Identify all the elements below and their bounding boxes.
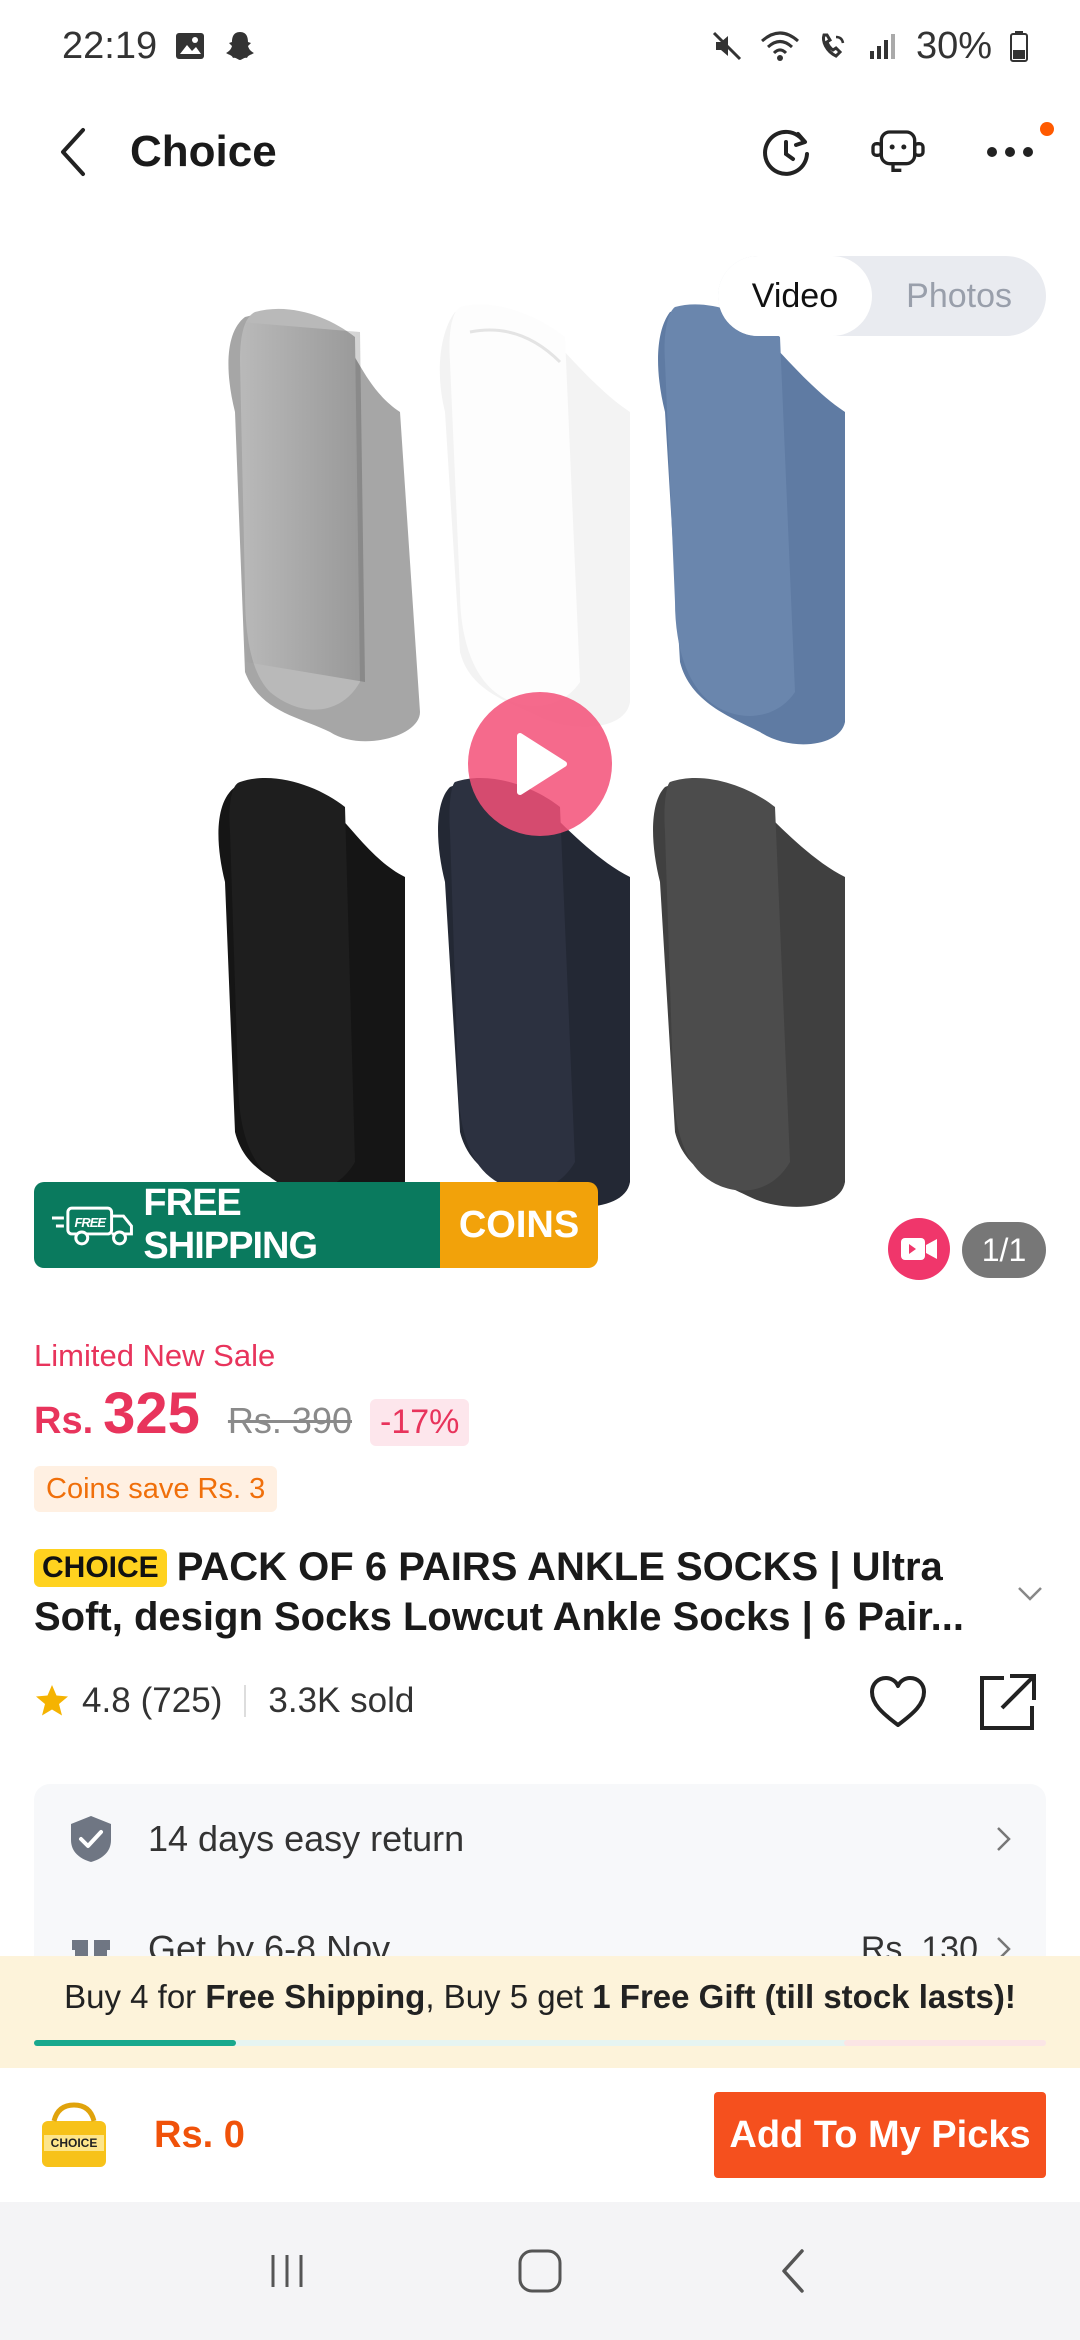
expand-title-button[interactable] bbox=[1012, 1576, 1048, 1612]
sale-label: Limited New Sale bbox=[34, 1338, 276, 1373]
wishlist-button[interactable] bbox=[866, 1670, 930, 1734]
tab-photos[interactable]: Photos bbox=[872, 256, 1046, 336]
promo-free-gift: 1 Free Gift (till stock lasts)! bbox=[592, 1978, 1016, 2015]
choice-cart-icon: CHOICE bbox=[42, 2102, 106, 2167]
bundle-progress-fill bbox=[34, 2040, 237, 2046]
sock-black bbox=[218, 778, 405, 1207]
coins-badge: COINS bbox=[440, 1182, 598, 1268]
tab-video[interactable]: Video bbox=[717, 256, 873, 336]
sock-navy bbox=[438, 778, 630, 1207]
rating-row[interactable]: 4.8 (725) 3.3K sold bbox=[34, 1676, 414, 1726]
chevron-down-icon bbox=[1018, 1587, 1042, 1601]
bundle-promo-strip[interactable]: Buy 4 for Free Shipping, Buy 5 get 1 Fre… bbox=[0, 1956, 1080, 2068]
choice-cart-button[interactable]: CHOICE bbox=[34, 2097, 114, 2173]
promo-middle: , Buy 5 get bbox=[425, 1978, 593, 2015]
sock-white bbox=[439, 304, 630, 727]
free-shipping-coins-banner: FREE FREE SHIPPING COINS bbox=[34, 1182, 598, 1268]
sold-count: 3.3K sold bbox=[268, 1681, 415, 1720]
home-button[interactable] bbox=[500, 2231, 580, 2311]
price-row: Rs. 325 Rs. 390 -17% bbox=[34, 1380, 470, 1447]
snapchat-notification-icon bbox=[223, 29, 257, 63]
product-gallery[interactable]: Video Photos FREE FREE SHIPPING COINS 1/… bbox=[0, 212, 1080, 1292]
product-title[interactable]: CHOICE PACK OF 6 PAIRS ANKLE SOCKS | Ultr… bbox=[34, 1542, 994, 1642]
header-actions bbox=[756, 122, 1054, 182]
free-shipping-label: FREE SHIPPING bbox=[143, 1182, 318, 1267]
recent-apps-button[interactable] bbox=[247, 2231, 327, 2311]
home-icon bbox=[518, 2249, 562, 2293]
status-right: 30% bbox=[710, 25, 1030, 68]
play-video-button[interactable] bbox=[468, 692, 612, 836]
sock-light-grey bbox=[228, 308, 420, 742]
customer-service-button[interactable] bbox=[868, 122, 928, 182]
system-navigation-bar bbox=[0, 2202, 1080, 2340]
chevron-right-icon bbox=[997, 1827, 1011, 1851]
choice-tag: CHOICE bbox=[34, 1549, 167, 1587]
shield-check-icon bbox=[71, 1816, 111, 1862]
more-options-button[interactable] bbox=[980, 122, 1054, 182]
add-to-my-picks-button[interactable]: Add To My Picks bbox=[714, 2092, 1046, 2178]
heart-icon bbox=[870, 1676, 926, 1727]
video-indicator-button[interactable] bbox=[888, 1218, 950, 1280]
divider bbox=[244, 1685, 247, 1717]
cart-choice-label: CHOICE bbox=[51, 2136, 98, 2150]
history-button[interactable] bbox=[756, 122, 816, 182]
back-button[interactable] bbox=[50, 122, 94, 182]
share-button[interactable] bbox=[976, 1670, 1040, 1734]
recent-apps-icon bbox=[271, 2255, 303, 2287]
status-bar: 22:19 30% bbox=[0, 0, 1080, 92]
bundle-promo-text: Buy 4 for Free Shipping, Buy 5 get 1 Fre… bbox=[0, 1978, 1080, 2016]
rating-value: 4.8 bbox=[82, 1681, 131, 1720]
media-tab-switch: Video Photos bbox=[717, 256, 1046, 336]
return-policy-row[interactable]: 14 days easy return bbox=[34, 1784, 1046, 1894]
promo-free-shipping: Free Shipping bbox=[205, 1978, 426, 2015]
free-mini-label: FREE bbox=[74, 1215, 106, 1230]
promo-prefix: Buy 4 for bbox=[64, 1978, 206, 2015]
return-policy-label: 14 days easy return bbox=[148, 1818, 465, 1859]
original-price: Rs. 390 bbox=[227, 1400, 352, 1441]
chevron-left-icon bbox=[61, 128, 85, 176]
more-icon bbox=[987, 147, 1033, 157]
free-shipping-badge: FREE FREE SHIPPING bbox=[34, 1182, 440, 1268]
review-count: (725) bbox=[140, 1681, 223, 1720]
share-icon bbox=[980, 1674, 1036, 1730]
delivery-truck-icon: FREE bbox=[51, 1206, 133, 1246]
customer-service-icon bbox=[871, 130, 925, 172]
bundle-progress-gift-segment bbox=[844, 2040, 1046, 2046]
status-time: 22:19 bbox=[62, 24, 158, 67]
battery-icon bbox=[1008, 29, 1030, 63]
app-header: Choice bbox=[0, 92, 1080, 212]
star-icon bbox=[36, 1685, 68, 1716]
coins-save-badge: Coins save Rs. 3 bbox=[34, 1466, 278, 1512]
discount-badge: -17% bbox=[370, 1399, 470, 1446]
wifi-calling-icon bbox=[816, 29, 850, 63]
price-currency: Rs. bbox=[34, 1400, 94, 1442]
product-title-text: PACK OF 6 PAIRS ANKLE SOCKS | Ultra Soft… bbox=[34, 1545, 964, 1639]
video-camera-icon bbox=[901, 1238, 937, 1260]
image-counter: 1/1 bbox=[962, 1222, 1046, 1278]
battery-percent: 30% bbox=[915, 24, 992, 67]
sock-blue bbox=[658, 304, 845, 745]
play-icon bbox=[517, 733, 567, 795]
bundle-progress-bar bbox=[34, 2040, 1046, 2046]
signal-icon bbox=[866, 29, 900, 63]
notification-dot bbox=[1040, 122, 1054, 136]
history-icon bbox=[763, 129, 809, 176]
sock-dark-grey bbox=[653, 778, 845, 1207]
status-left: 22:19 bbox=[62, 25, 257, 68]
cart-total: Rs. 0 bbox=[154, 2113, 245, 2156]
mute-icon bbox=[710, 29, 744, 63]
page-title: Choice bbox=[130, 127, 277, 176]
wifi-icon bbox=[760, 29, 800, 63]
current-price: 325 bbox=[103, 1381, 200, 1446]
back-arrow-icon bbox=[782, 2249, 805, 2293]
bottom-action-bar: CHOICE Rs. 0 Add To My Picks bbox=[0, 2068, 1080, 2202]
system-back-button[interactable] bbox=[753, 2231, 833, 2311]
gallery-notification-icon bbox=[173, 29, 207, 63]
